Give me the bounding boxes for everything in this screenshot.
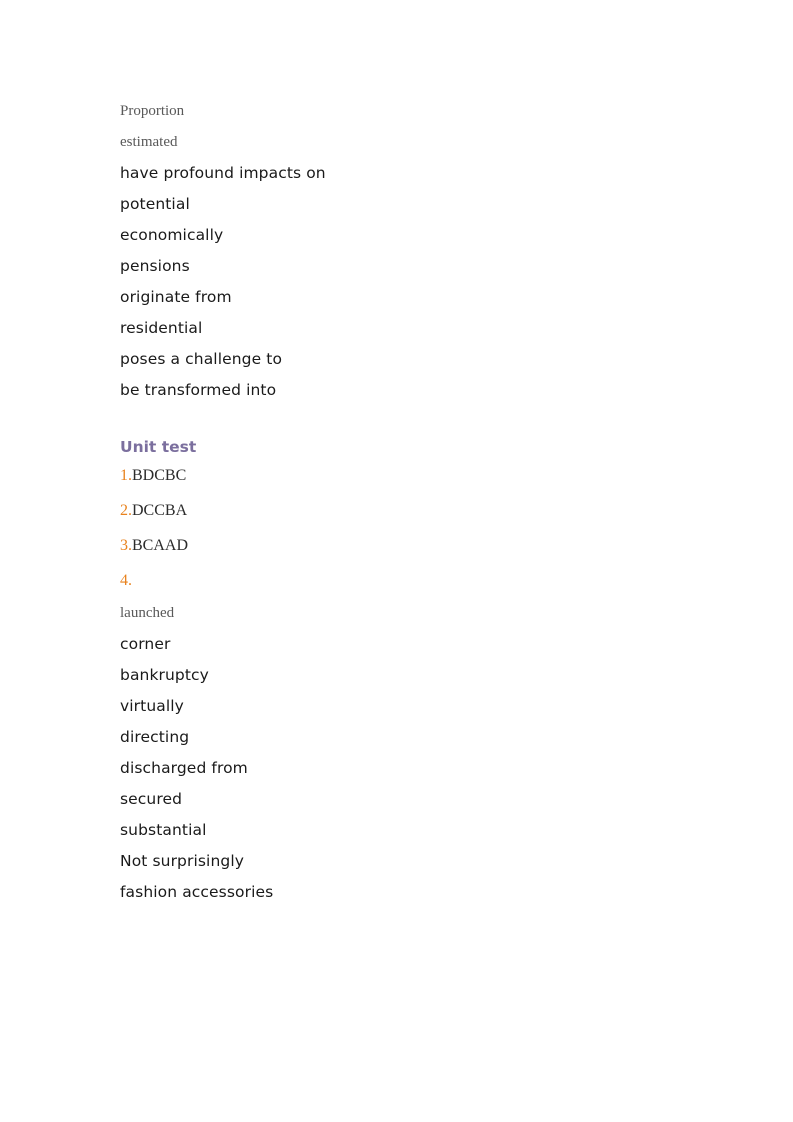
answer-value: DCCBA xyxy=(132,502,188,519)
vocab-entry: pensions xyxy=(120,257,190,275)
answer-list-item: 4. xyxy=(120,563,680,598)
vocab-entry: secured xyxy=(120,790,183,808)
vocab-entry: originate from xyxy=(120,288,232,306)
section-heading-unit-test: Unit test xyxy=(120,438,197,456)
vocab-list-bottom: launched corner bankruptcy virtually directi… xyxy=(120,598,680,908)
vocab-entry: Not surprisingly xyxy=(120,852,244,870)
vocab-entry: potential xyxy=(120,195,190,213)
vocab-entry: poses a challenge to xyxy=(120,350,283,368)
document-content: Proportion estimated have profound impacts… xyxy=(120,96,680,908)
document-page: Proportion estimated have profound impacts… xyxy=(0,0,793,1122)
vocab-entry: have profound impacts on xyxy=(120,164,326,182)
answer-number: 4. xyxy=(120,572,132,589)
vocab-entry: residential xyxy=(120,319,203,337)
answer-list-item: 3.BCAAD xyxy=(120,528,680,563)
vocab-list-top: Proportion estimated have profound impacts… xyxy=(120,96,680,406)
vocab-entry: fashion accessories xyxy=(120,883,274,901)
vocab-entry: be transformed into xyxy=(120,381,277,399)
answer-number: 2. xyxy=(120,502,132,519)
vocab-entry: launched xyxy=(120,605,175,621)
vocab-entry: estimated xyxy=(120,134,178,150)
unit-test-answer-list: 1.BDCBC 2.DCCBA 3.BCAAD 4. xyxy=(120,458,680,598)
vocab-entry: economically xyxy=(120,226,224,244)
vocab-entry: discharged from xyxy=(120,759,248,777)
answer-number: 1. xyxy=(120,467,132,484)
answer-value: BCAAD xyxy=(132,537,189,554)
answer-number: 3. xyxy=(120,537,132,554)
vocab-entry: directing xyxy=(120,728,190,746)
vocab-entry: Proportion xyxy=(120,103,185,119)
answer-value: BDCBC xyxy=(132,467,187,484)
answer-list-item: 2.DCCBA xyxy=(120,493,680,528)
vocab-entry: virtually xyxy=(120,697,184,715)
answer-list-item: 1.BDCBC xyxy=(120,458,680,493)
vocab-entry: corner xyxy=(120,635,171,653)
vocab-entry: bankruptcy xyxy=(120,666,209,684)
vocab-entry: substantial xyxy=(120,821,207,839)
